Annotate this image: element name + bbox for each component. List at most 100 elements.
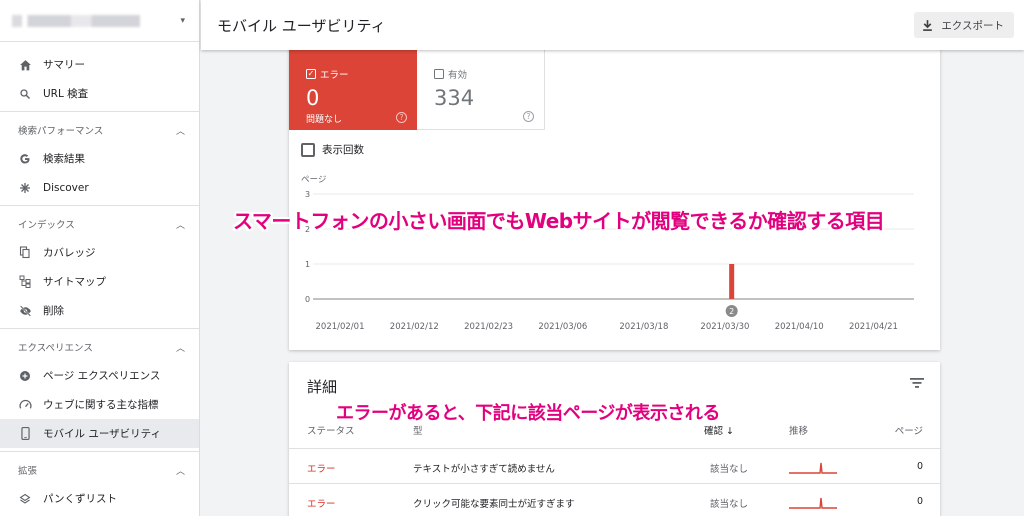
section-title: 拡張 (18, 466, 38, 477)
sidebar-section-enhancements: 拡張 ︿ パンくずリスト (0, 451, 199, 513)
checkbox-unchecked-icon[interactable] (301, 142, 315, 157)
sidebar-item-label: ウェブに関する主な指標 (43, 399, 159, 411)
sidebar-item-coverage[interactable]: カバレッジ (0, 238, 199, 267)
sidebar-item-breadcrumbs[interactable]: パンくずリスト (0, 484, 199, 513)
valid-count: 334 (434, 86, 475, 110)
filter-icon[interactable] (910, 378, 924, 388)
section-title: エクスペリエンス (18, 343, 93, 354)
details-title: 詳細 (307, 378, 338, 396)
export-label: エクスポート (941, 19, 1004, 32)
annotation-callout: エラーがあると、下記に該当ページが表示される (336, 403, 720, 424)
chevron-up-icon: ︿ (175, 220, 185, 231)
section-header[interactable]: エクスペリエンス ︿ (0, 333, 199, 361)
column-header-confirm[interactable]: 確認 ↓ (704, 423, 734, 437)
help-icon[interactable]: ? (523, 111, 534, 122)
impressions-label: 表示回数 (322, 144, 364, 156)
row-status: エラー (307, 499, 336, 510)
sidebar-item-search-results[interactable]: 検索結果 (0, 144, 199, 173)
x-tick-label: 2021/04/21 (849, 322, 898, 332)
y-tick-label: 1 (305, 260, 310, 269)
sidebar-item-summary[interactable]: サマリー (0, 50, 199, 79)
sidebar-section-index: インデックス ︿ カバレッジ サイトマップ 削除 (0, 205, 199, 325)
section-title: 検索パフォーマンス (18, 126, 104, 137)
row-type: テキストが小さすぎて読めません (413, 464, 555, 475)
sidebar-item-label: Discover (43, 181, 89, 194)
chevron-up-icon: ︿ (175, 466, 185, 477)
issues-chart: ページ 0 1 2 3 2021/02/01 2021/02/12 2021/02/23 202… (301, 175, 914, 332)
sidebar-item-label: URL 検査 (43, 88, 89, 100)
annotation-callout: スマートフォンの小さい画面でもWebサイトが閲覧できるか確認する項目 (233, 209, 885, 233)
x-tick-label: 2021/02/12 (390, 322, 439, 332)
impressions-toggle[interactable]: 表示回数 (301, 142, 364, 157)
y-axis-label: ページ (301, 175, 326, 185)
sidebar-item-mobile-usability[interactable]: モバイル ユーザビリティ (0, 419, 199, 448)
error-tile[interactable]: ✓ エラー 0 問題なし ? (289, 50, 417, 130)
column-header-type[interactable]: 型 (413, 423, 423, 437)
details-card: 詳細 ステータス 型 確認 ↓ 推移 ページ エラー テキストが小さすぎて読めま… (289, 362, 940, 516)
sidebar-item-label: サマリー (43, 59, 85, 71)
column-header-pages[interactable]: ページ (895, 423, 923, 437)
x-tick-label: 2021/03/06 (538, 322, 587, 332)
sidebar: ▾ サマリー URL 検査 検索パフォーマンス ︿ 検索結果 Discover イ… (0, 0, 200, 516)
page-title: モバイル ユーザビリティ (217, 16, 386, 35)
sitemap-icon (18, 275, 32, 289)
summary-chart-card: ✓ エラー 0 問題なし ? 有効 334 ? 表示回数 ページ 0 1 2 3 2021/… (289, 38, 940, 350)
valid-tile[interactable]: 有効 334 ? (417, 50, 545, 130)
sidebar-item-label: カバレッジ (43, 247, 96, 259)
layers-icon (18, 492, 32, 506)
sidebar-item-label: サイトマップ (43, 276, 106, 288)
valid-label-text: 有効 (448, 70, 468, 81)
smartphone-icon (18, 427, 32, 441)
eye-off-icon (18, 304, 32, 318)
sidebar-item-discover[interactable]: Discover (0, 173, 199, 202)
section-header[interactable]: 検索パフォーマンス ︿ (0, 116, 199, 144)
trend-sparkline (789, 497, 837, 509)
error-label-text: エラー (320, 70, 349, 81)
valid-tile-label: 有効 (434, 67, 467, 81)
error-count: 0 (306, 86, 320, 110)
section-header[interactable]: 拡張 ︿ (0, 456, 199, 484)
sidebar-item-core-web-vitals[interactable]: ウェブに関する主な指標 (0, 390, 199, 419)
home-icon (18, 58, 32, 72)
column-header-status[interactable]: ステータス (307, 423, 355, 437)
y-tick-label: 3 (305, 190, 310, 199)
annotation-label: 2 (729, 307, 734, 316)
sidebar-item-label: ページ エクスペリエンス (43, 370, 161, 382)
export-button[interactable]: エクスポート (914, 12, 1014, 38)
sidebar-item-label: 削除 (43, 305, 64, 317)
sidebar-item-label: パンくずリスト (43, 493, 118, 505)
column-header-trend[interactable]: 推移 (789, 423, 808, 437)
arrow-down-icon: ↓ (726, 426, 735, 437)
sidebar-item-sitemaps[interactable]: サイトマップ (0, 267, 199, 296)
sidebar-item-label: モバイル ユーザビリティ (43, 428, 161, 440)
x-tick-label: 2021/03/30 (700, 322, 749, 332)
table-row[interactable]: エラー テキストが小さすぎて読めません 該当なし 0 (289, 448, 940, 483)
checkbox-checked-icon: ✓ (306, 69, 316, 79)
property-selector[interactable]: ▾ (0, 0, 199, 42)
section-title: インデックス (18, 220, 75, 231)
sidebar-item-label: 検索結果 (43, 153, 85, 165)
google-g-icon (18, 152, 32, 166)
row-confirm: 該当なし (710, 499, 749, 510)
speed-icon (18, 398, 32, 412)
sidebar-item-removals[interactable]: 削除 (0, 296, 199, 325)
sidebar-section-experience: エクスペリエンス ︿ ページ エクスペリエンス ウェブに関する主な指標 モバイル … (0, 328, 199, 448)
row-pages: 0 (916, 461, 923, 472)
asterisk-icon (18, 181, 32, 195)
sidebar-item-page-experience[interactable]: ページ エクスペリエンス (0, 361, 199, 390)
download-icon (923, 19, 933, 31)
table-row[interactable]: エラー クリック可能な要素同士が近すぎます 該当なし 0 (289, 483, 940, 516)
chevron-down-icon: ▾ (180, 15, 185, 26)
error-tile-label: ✓ エラー (306, 67, 349, 81)
x-tick-label: 2021/03/18 (619, 322, 668, 332)
sidebar-item-url-inspection[interactable]: URL 検査 (0, 79, 199, 108)
top-app-bar: モバイル ユーザビリティ エクスポート (201, 0, 1024, 50)
confirm-header-label: 確認 (704, 426, 724, 437)
x-tick-label: 2021/02/01 (316, 322, 365, 332)
help-icon[interactable]: ? (396, 112, 407, 123)
section-header[interactable]: インデックス ︿ (0, 210, 199, 238)
chevron-up-icon: ︿ (175, 126, 185, 137)
chart-bar (729, 264, 735, 299)
y-tick-label: 0 (305, 295, 310, 304)
row-pages: 0 (916, 496, 923, 507)
